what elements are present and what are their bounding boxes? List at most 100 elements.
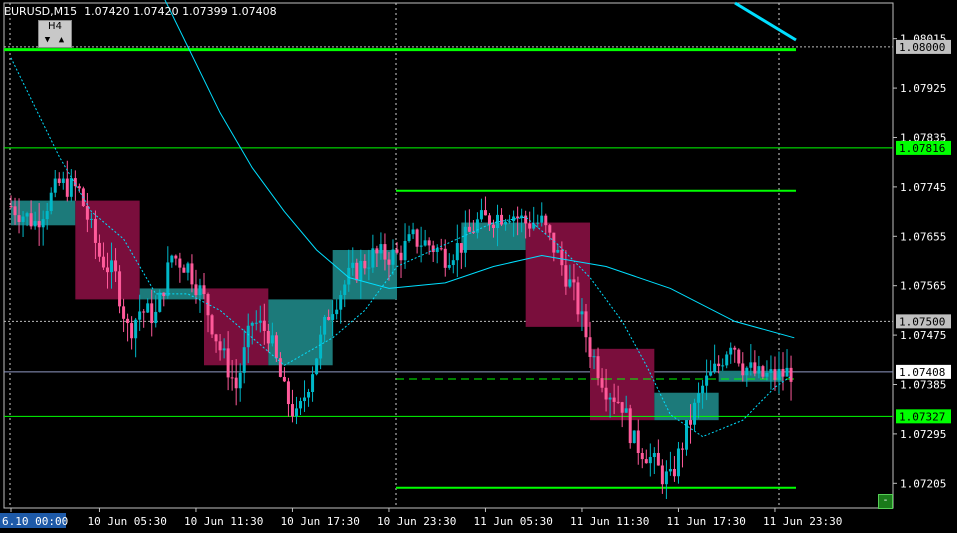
candle-body: [777, 368, 781, 380]
m15-candle: [532, 206, 536, 231]
m15-candle: [158, 289, 162, 313]
price-tick-label: 1.07205: [900, 477, 946, 490]
candle-body: [411, 229, 415, 235]
timeframe-switcher[interactable]: H4 ▼ ▲: [38, 20, 72, 48]
m15-candle: [648, 443, 652, 477]
price-tick-label: 1.07745: [900, 181, 946, 194]
candle-body: [97, 242, 101, 257]
price-tick-label: 1.07475: [900, 329, 946, 342]
timeframe-down-icon[interactable]: ▼: [41, 34, 54, 46]
candle-body: [218, 341, 222, 351]
candle-body: [142, 311, 146, 313]
candle-body: [391, 249, 395, 265]
m15-candle: [693, 398, 697, 432]
candle-body: [182, 267, 186, 273]
candle-body: [580, 311, 584, 315]
candle-body: [757, 366, 761, 374]
candle-body: [556, 249, 560, 253]
candle-body: [628, 408, 632, 444]
candle-body: [624, 408, 628, 413]
time-tick-label: 11 Jun 17:30: [666, 515, 745, 528]
m15-candle: [640, 448, 644, 469]
candle-body: [138, 311, 142, 320]
candle-body: [250, 322, 254, 326]
candle-body: [737, 349, 741, 364]
candle-body: [258, 320, 262, 323]
time-tick-label: 11 Jun 05:30: [473, 515, 552, 528]
candle-body: [701, 385, 705, 394]
m15-candle: [656, 439, 660, 466]
price-label-text: 1.07500: [899, 315, 945, 328]
m15-candle: [178, 252, 182, 283]
m15-candle: [721, 358, 725, 371]
price-tick-label: 1.07925: [900, 82, 946, 95]
price-tick-label: 1.07385: [900, 378, 946, 391]
candle-body: [13, 206, 17, 216]
candle-body: [343, 284, 347, 296]
candle-body: [600, 378, 604, 388]
m15-candle: [282, 367, 286, 383]
candle-body: [588, 337, 592, 357]
price-chart[interactable]: 1.080151.079251.078351.077451.076551.075…: [0, 0, 957, 533]
candle-body: [592, 356, 596, 358]
candle-body: [286, 381, 290, 405]
candle-body: [528, 223, 532, 229]
candle-body: [69, 178, 73, 197]
candle-body: [154, 311, 158, 324]
candle-body: [656, 452, 660, 466]
m15-candle: [664, 460, 668, 500]
m15-candle: [411, 222, 415, 239]
m15-candle: [672, 456, 676, 482]
candle-body: [178, 258, 182, 268]
m15-candle: [423, 229, 427, 247]
time-tick-label: 11 Jun 11:30: [570, 515, 649, 528]
candle-body: [435, 248, 439, 252]
candle-body: [475, 219, 479, 233]
candle-body: [190, 263, 194, 285]
candle-body: [463, 226, 467, 253]
m15-candle: [419, 226, 423, 263]
candle-body: [53, 178, 57, 193]
candle-body: [355, 262, 359, 281]
chart-corner-button[interactable]: -: [878, 494, 893, 509]
m15-candle: [138, 294, 142, 331]
candle-body: [500, 214, 504, 225]
candle-body: [234, 377, 238, 389]
timeframe-up-icon[interactable]: ▲: [55, 34, 68, 46]
m15-candle: [777, 351, 781, 394]
h4-candle-box: [525, 222, 590, 327]
candle-body: [134, 319, 138, 339]
candle-body: [508, 221, 512, 223]
candle-body: [25, 213, 29, 217]
m15-candle: [415, 228, 419, 254]
candle-body: [290, 404, 294, 417]
candle-body: [693, 402, 697, 425]
candle-body: [282, 376, 286, 382]
m15-candle: [459, 242, 463, 269]
candle-body: [415, 229, 419, 247]
candle-body: [110, 260, 114, 273]
candle-body: [166, 262, 170, 297]
candle-body: [17, 215, 21, 222]
candle-body: [584, 311, 588, 338]
m15-candle: [479, 198, 483, 223]
candle-body: [226, 348, 230, 378]
m15-candle: [49, 187, 53, 215]
candle-body: [785, 367, 789, 377]
candle-body: [238, 372, 242, 389]
candle-body: [540, 215, 544, 223]
candle-body: [85, 206, 89, 220]
price-tick-label: 1.07295: [900, 428, 946, 441]
candle-body: [604, 387, 608, 400]
candle-body: [532, 223, 536, 229]
candle-body: [379, 244, 383, 254]
candle-body: [327, 316, 331, 320]
m15-candle: [61, 171, 65, 190]
m15-candle: [435, 244, 439, 264]
price-label-text: 1.08000: [899, 41, 945, 54]
m15-candle: [170, 254, 174, 268]
candle-body: [383, 244, 387, 260]
candle-body: [725, 354, 729, 366]
price-tick-label: 1.07655: [900, 230, 946, 243]
m15-candle: [166, 246, 170, 299]
